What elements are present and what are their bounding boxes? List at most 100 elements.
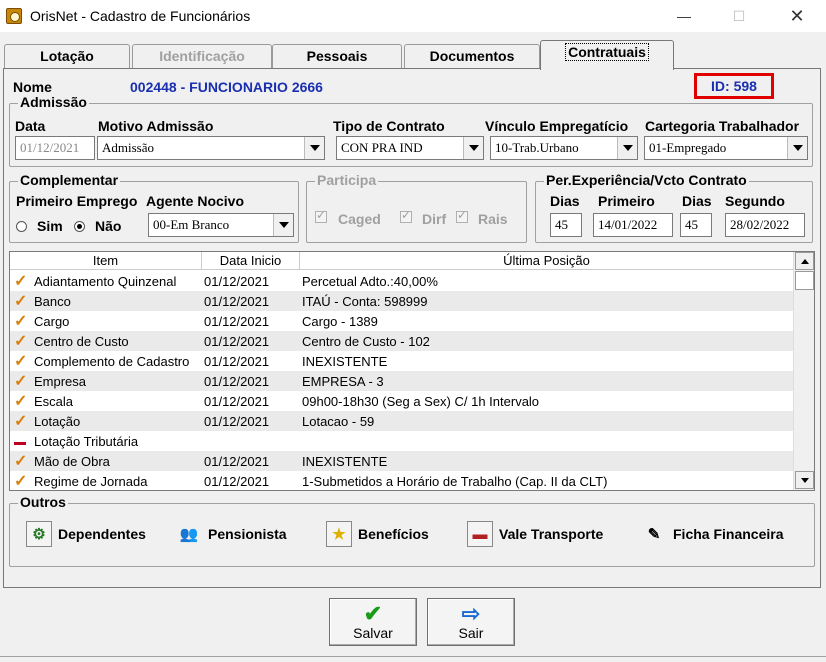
- dirf-label: Dirf: [422, 211, 447, 227]
- dirf-checkbox[interactable]: [400, 208, 412, 223]
- cell-ultima-posicao: INEXISTENTE: [302, 453, 388, 469]
- cell-item: ✓ Mão de Obra: [14, 452, 110, 470]
- ficha-financeira-label: Ficha Financeira: [673, 526, 784, 542]
- dias2-field[interactable]: 45: [680, 213, 712, 237]
- table-row[interactable]: ✓ Empresa 01/12/2021 EMPRESA - 3: [10, 371, 793, 391]
- financial-icon: ✎: [647, 526, 661, 543]
- check-icon: ✓: [14, 272, 28, 290]
- salvar-button[interactable]: ✔ Salvar: [329, 598, 417, 646]
- sim-radio[interactable]: [16, 221, 27, 232]
- table-row[interactable]: ✓ Adiantamento Quinzenal 01/12/2021 Percetu…: [10, 271, 793, 291]
- vale-transporte-label: Vale Transporte: [499, 526, 604, 542]
- motivo-admissao-select[interactable]: Admissão: [97, 136, 325, 160]
- pensionista-button[interactable]: 👥 Pensionista: [176, 519, 287, 549]
- cell-item: ✓ Cargo: [14, 312, 70, 330]
- status-bar: [0, 656, 826, 662]
- cell-item: ✓ Banco: [14, 292, 71, 310]
- cell-data-inicio: 01/12/2021: [204, 313, 270, 329]
- window-title: OrisNet - Cadastro de Funcionários: [30, 8, 251, 24]
- dias1-field[interactable]: 45: [550, 213, 582, 237]
- col-data-header[interactable]: Data Inicio: [202, 252, 300, 269]
- chevron-down-icon[interactable]: [463, 137, 483, 159]
- table-row[interactable]: ✓ Banco 01/12/2021 ITAÚ - Conta: 598999: [10, 291, 793, 311]
- close-button[interactable]: ✕: [774, 0, 820, 32]
- vinculo-select[interactable]: 10-Trab.Urbano: [490, 136, 638, 160]
- cell-ultima-posicao: EMPRESA - 3: [302, 373, 384, 389]
- cell-item: ✓ Adiantamento Quinzenal: [14, 272, 177, 290]
- pensionista-label: Pensionista: [208, 526, 287, 542]
- primeiro-field[interactable]: 14/01/2022: [593, 213, 673, 237]
- sair-button[interactable]: ⇨ Sair: [427, 598, 515, 646]
- dash-icon: [14, 441, 26, 445]
- table-row[interactable]: ✓ Mão de Obra 01/12/2021 INEXISTENTE: [10, 451, 793, 471]
- agente-value: 00-Em Branco: [153, 217, 230, 232]
- outros-title: Outros: [18, 494, 68, 510]
- vale-transporte-button[interactable]: ▬ Vale Transporte: [467, 519, 603, 549]
- title-bar: OrisNet - Cadastro de Funcionários — ☐ ✕: [0, 0, 826, 32]
- table-row[interactable]: ✓ Cargo 01/12/2021 Cargo - 1389: [10, 311, 793, 331]
- rais-label: Rais: [478, 211, 508, 227]
- tab-label: Contratuais: [565, 43, 649, 61]
- tab-lotacao[interactable]: Lotação: [4, 44, 130, 68]
- ficha-financeira-button[interactable]: ✎ Ficha Financeira: [641, 519, 784, 549]
- minimize-button[interactable]: —: [661, 0, 707, 32]
- table-row[interactable]: ✓ Regime de Jornada 01/12/2021 1-Submetidos…: [10, 471, 793, 490]
- items-grid[interactable]: Item Data Inicio Última Posição ✓ Adianta…: [9, 251, 815, 491]
- arrow-right-icon: ⇨: [461, 601, 481, 626]
- chevron-down-icon[interactable]: [787, 137, 807, 159]
- categoria-select[interactable]: 01-Empregado: [644, 136, 808, 160]
- cell-data-inicio: 01/12/2021: [204, 373, 270, 389]
- vinculo-label: Vínculo Empregatício: [485, 118, 629, 134]
- segundo-field[interactable]: 28/02/2022: [725, 213, 805, 237]
- beneficios-button[interactable]: ★ Benefícios: [326, 519, 429, 549]
- tab-documentos[interactable]: Documentos: [404, 44, 540, 68]
- checkmark-icon: ✔: [363, 601, 383, 626]
- tab-identificacao[interactable]: Identificação: [132, 44, 272, 68]
- scroll-thumb[interactable]: [795, 271, 814, 290]
- nome-label: Nome: [13, 79, 52, 95]
- maximize-button[interactable]: ☐: [716, 0, 762, 32]
- bus-icon: ▬: [467, 521, 493, 547]
- check-icon: ✓: [14, 352, 28, 370]
- tab-pessoais[interactable]: Pessoais: [272, 44, 402, 68]
- complementar-title: Complementar: [18, 172, 121, 188]
- tipo-contrato-select[interactable]: CON PRA IND: [336, 136, 484, 160]
- rais-checkbox[interactable]: [456, 208, 468, 223]
- cell-data-inicio: 01/12/2021: [204, 453, 270, 469]
- cell-ultima-posicao: ITAÚ - Conta: 598999: [302, 293, 428, 309]
- table-row[interactable]: Lotação Tributária: [10, 431, 793, 451]
- chevron-down-icon[interactable]: [304, 137, 324, 159]
- cell-ultima-posicao: Cargo - 1389: [302, 313, 378, 329]
- cell-data-inicio: 01/12/2021: [204, 333, 270, 349]
- col-posicao-header[interactable]: Última Posição: [300, 252, 793, 269]
- table-row[interactable]: ✓ Escala 01/12/2021 09h00-18h30 (Seg a Sex)…: [10, 391, 793, 411]
- nao-radio[interactable]: [74, 221, 85, 232]
- col-item-header[interactable]: Item: [10, 252, 202, 269]
- table-row[interactable]: ✓ Centro de Custo 01/12/2021 Centro de Cust…: [10, 331, 793, 351]
- dependentes-label: Dependentes: [58, 526, 146, 542]
- admissao-title: Admissão: [18, 94, 89, 110]
- sair-label: Sair: [458, 625, 484, 641]
- scroll-up-icon[interactable]: [795, 252, 814, 270]
- chevron-down-icon[interactable]: [617, 137, 637, 159]
- pensioner-icon: 👥: [179, 526, 199, 543]
- check-icon: ✓: [14, 392, 28, 410]
- check-icon: ✓: [14, 312, 28, 330]
- grid-scrollbar[interactable]: [793, 252, 814, 490]
- dependentes-button[interactable]: ⚙ Dependentes: [26, 519, 146, 549]
- scroll-down-icon[interactable]: [795, 471, 814, 489]
- cell-ultima-posicao: Lotacao - 59: [302, 413, 375, 429]
- chevron-down-icon[interactable]: [273, 214, 293, 236]
- table-row[interactable]: ✓ Lotação 01/12/2021 Lotacao - 59: [10, 411, 793, 431]
- caged-checkbox[interactable]: [315, 208, 327, 223]
- data-admissao-field[interactable]: 01/12/2021: [15, 136, 95, 160]
- agente-nocivo-select[interactable]: 00-Em Branco: [148, 213, 294, 237]
- tab-label: Identificação: [159, 48, 245, 64]
- check-icon: ✓: [14, 452, 28, 470]
- tab-contratuais[interactable]: Contratuais: [540, 40, 674, 70]
- grid-header: Item Data Inicio Última Posição: [10, 252, 793, 270]
- cell-data-inicio: 01/12/2021: [204, 413, 270, 429]
- table-row[interactable]: ✓ Complemento de Cadastro 01/12/2021 INEXIS…: [10, 351, 793, 371]
- cell-ultima-posicao: INEXISTENTE: [302, 353, 388, 369]
- check-icon: ✓: [14, 412, 28, 430]
